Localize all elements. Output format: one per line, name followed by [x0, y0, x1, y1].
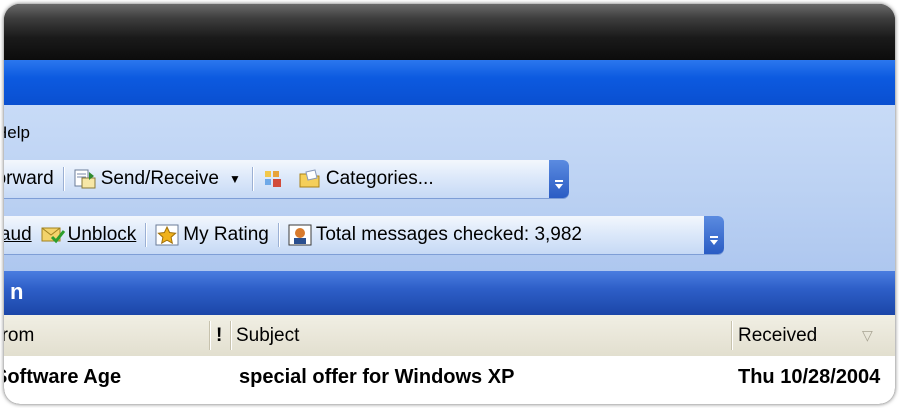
address-book-icon [262, 168, 286, 190]
column-from[interactable]: From [4, 315, 34, 356]
categories-button[interactable]: Categories... [294, 168, 438, 190]
send-receive-label: Send/Receive [100, 168, 219, 189]
unblock-icon [40, 224, 65, 246]
message-received: Thu 10/28/2004 [738, 366, 881, 388]
spamfighter-toolbar: Fraud Unblock My Rating [4, 216, 724, 254]
folder-title: n [10, 279, 24, 304]
menu-bar: Help [4, 116, 30, 150]
toolbar-options-grip[interactable] [704, 216, 724, 254]
star-icon [155, 224, 179, 246]
toolbar-separator [62, 167, 64, 191]
message-subject: special offer for Windows XP [239, 366, 515, 388]
total-messages-label: Total messages checked: 3,982 [315, 224, 582, 245]
toolbar-separator [251, 167, 253, 191]
column-header-row: From ! Subject Received ▽ [4, 315, 895, 357]
message-from: Software Age [4, 366, 122, 388]
fraud-button[interactable]: Fraud [4, 224, 36, 246]
column-divider[interactable] [230, 321, 231, 350]
column-divider[interactable] [731, 321, 732, 350]
column-importance[interactable]: ! [216, 315, 222, 356]
sort-indicator-icon: ▽ [862, 327, 873, 343]
menu-help[interactable]: Help [4, 123, 30, 143]
unblock-button[interactable]: Unblock [36, 224, 141, 246]
toolbar-options-grip[interactable] [549, 160, 569, 198]
spamfighter-icon [288, 224, 312, 246]
forward-button[interactable]: Forward [4, 168, 58, 190]
send-receive-dropdown[interactable]: ▼ [223, 172, 247, 186]
fraud-label: Fraud [4, 224, 32, 245]
categories-label: Categories... [325, 168, 434, 189]
address-book-button[interactable] [258, 168, 294, 190]
folder-header: n [4, 271, 895, 315]
categories-icon [298, 168, 322, 190]
toolbar-separator [145, 223, 147, 247]
send-receive-icon [73, 168, 97, 190]
forward-label: Forward [4, 168, 54, 189]
my-rating-label: My Rating [183, 224, 269, 245]
send-receive-button[interactable]: Send/Receive [69, 168, 223, 190]
title-bar [4, 60, 895, 105]
window-chrome-top [4, 4, 895, 60]
column-received[interactable]: Received [738, 315, 817, 356]
my-rating-button[interactable]: My Rating [151, 224, 273, 246]
column-divider[interactable] [209, 321, 210, 350]
toolbar-separator [277, 223, 279, 247]
window-frame: Help Forward Send/Receive ▼ [4, 4, 895, 404]
column-subject[interactable]: Subject [236, 315, 299, 356]
message-row[interactable]: Software Age special offer for Windows X… [4, 356, 895, 404]
stats-button[interactable]: Total messages checked: 3,982 [284, 224, 586, 246]
unblock-label: Unblock [67, 224, 137, 245]
standard-toolbar: Forward Send/Receive ▼ [4, 160, 569, 198]
